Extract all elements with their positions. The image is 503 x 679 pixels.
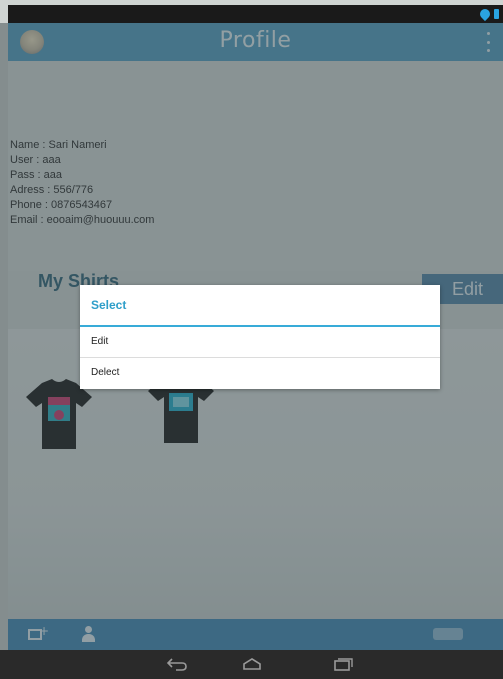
back-icon[interactable]	[166, 657, 188, 671]
wifi-icon	[477, 6, 493, 22]
device-screen: Profile Name : Sari Nameri User : aaa Pa…	[0, 0, 503, 679]
home-icon[interactable]	[241, 657, 263, 671]
dialog-item-delete[interactable]: Delect	[80, 358, 440, 388]
recents-icon[interactable]	[332, 657, 354, 671]
select-dialog: Select Edit Delect	[80, 285, 440, 389]
system-nav-bar	[0, 650, 503, 679]
status-icons	[477, 6, 499, 22]
dialog-title: Select	[91, 298, 127, 312]
dialog-item-edit[interactable]: Edit	[80, 327, 440, 357]
status-bar	[8, 5, 503, 23]
battery-icon	[494, 9, 499, 19]
